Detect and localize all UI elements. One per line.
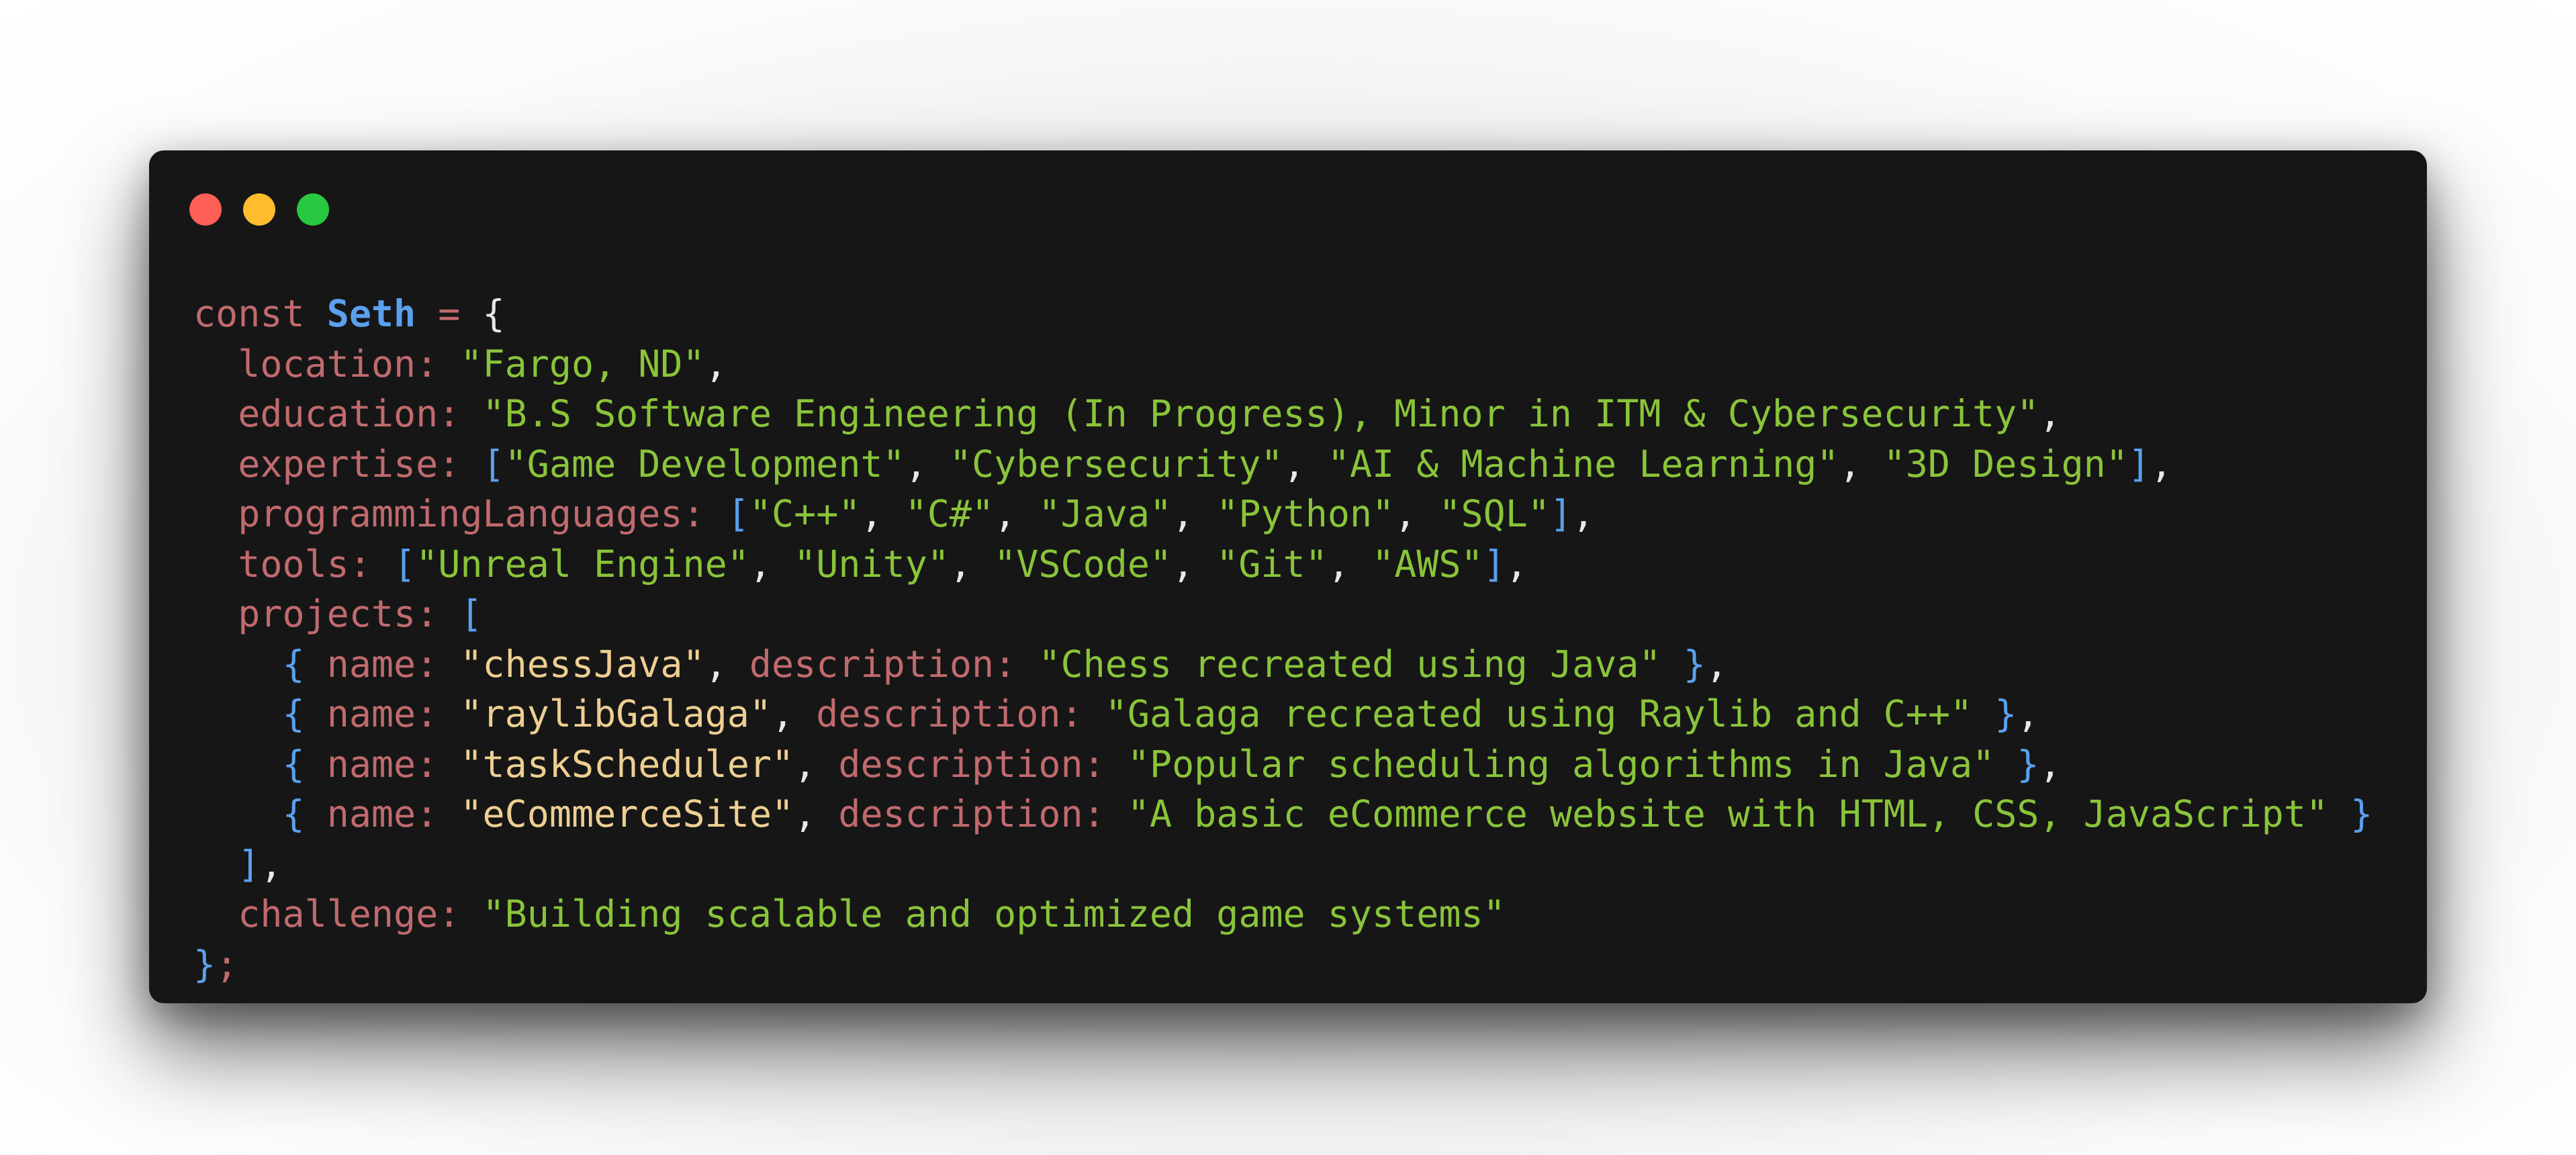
tools-key: tools — [238, 542, 349, 586]
education-value: "B.S Software Engineering (In Progress),… — [482, 392, 2039, 435]
code-line-expertise: expertise: ["Game Development", "Cyberse… — [238, 442, 2173, 486]
code-line-tools: tools: ["Unreal Engine", "Unity", "VSCod… — [238, 542, 1528, 586]
language-item: "Java" — [1038, 492, 1172, 535]
const-keyword: const — [193, 292, 305, 335]
object-identifier: Seth — [326, 292, 416, 335]
project-description: "Chess recreated using Java" — [1038, 642, 1661, 686]
tool-item: "Unreal Engine" — [416, 542, 749, 586]
project-entry: { name: "chessJava", description: "Chess… — [282, 642, 1728, 686]
description-key: description — [838, 742, 1083, 786]
code-line-projects-open: projects: [ — [238, 592, 483, 635]
window-controls — [189, 193, 329, 226]
expertise-item: "AI & Machine Learning" — [1327, 442, 1839, 486]
expertise-key: expertise — [238, 442, 439, 486]
tool-item: "Git" — [1216, 542, 1328, 586]
project-description: "Galaga recreated using Raylib and C++" — [1105, 692, 1973, 735]
code-line-projects-close: ], — [238, 842, 283, 886]
project-name: "taskScheduler" — [460, 742, 794, 786]
project-entry: { name: "raylibGalaga", description: "Ga… — [282, 692, 2039, 735]
project-entry: { name: "taskScheduler", description: "P… — [282, 742, 2062, 786]
location-key: location — [238, 342, 416, 385]
project-description: "A basic eCommerce website with HTML, CS… — [1127, 792, 2328, 835]
name-key: name — [326, 642, 416, 686]
tool-item: "VSCode" — [994, 542, 1172, 586]
project-name: "chessJava" — [460, 642, 705, 686]
code-block: const Seth = { location: "Fargo, ND", ed… — [193, 289, 2373, 989]
location-value: "Fargo, ND" — [460, 342, 705, 385]
project-name: "eCommerceSite" — [460, 792, 794, 835]
language-item: "C#" — [905, 492, 995, 535]
name-key: name — [326, 742, 416, 786]
code-line-location: location: "Fargo, ND", — [238, 342, 727, 385]
description-key: description — [749, 642, 995, 686]
name-key: name — [326, 692, 416, 735]
maximize-button[interactable] — [297, 193, 329, 226]
tool-item: "Unity" — [794, 542, 950, 586]
language-item: "SQL" — [1438, 492, 1551, 535]
code-line-education: education: "B.S Software Engineering (In… — [238, 392, 2062, 435]
language-item: "Python" — [1216, 492, 1395, 535]
project-name: "raylibGalaga" — [460, 692, 772, 735]
description-key: description — [838, 792, 1083, 835]
code-window: const Seth = { location: "Fargo, ND", ed… — [149, 150, 2427, 1003]
language-item: "C++" — [749, 492, 861, 535]
projects-key: projects — [238, 592, 416, 635]
code-line-languages: programmingLanguages: ["C++", "C#", "Jav… — [238, 492, 1595, 535]
name-key: name — [326, 792, 416, 835]
tool-item: "AWS" — [1372, 542, 1483, 586]
challenge-key: challenge — [238, 892, 439, 935]
expertise-item: "Game Development" — [504, 442, 905, 486]
code-line-declaration: const Seth = { — [193, 292, 505, 335]
assign-operator: = — [438, 292, 461, 335]
code-line-close: }; — [193, 942, 238, 986]
code-line-challenge: challenge: "Building scalable and optimi… — [238, 892, 1506, 935]
expertise-item: "3D Design" — [1883, 442, 2128, 486]
close-button[interactable] — [189, 193, 222, 226]
minimize-button[interactable] — [243, 193, 275, 226]
education-key: education — [238, 392, 439, 435]
project-description: "Popular scheduling algorithms in Java" — [1127, 742, 1995, 786]
challenge-value: "Building scalable and optimized game sy… — [482, 892, 1506, 935]
languages-key: programmingLanguages — [238, 492, 683, 535]
expertise-item: "Cybersecurity" — [949, 442, 1283, 486]
description-key: description — [816, 692, 1061, 735]
project-entry: { name: "eCommerceSite", description: "A… — [282, 792, 2373, 835]
